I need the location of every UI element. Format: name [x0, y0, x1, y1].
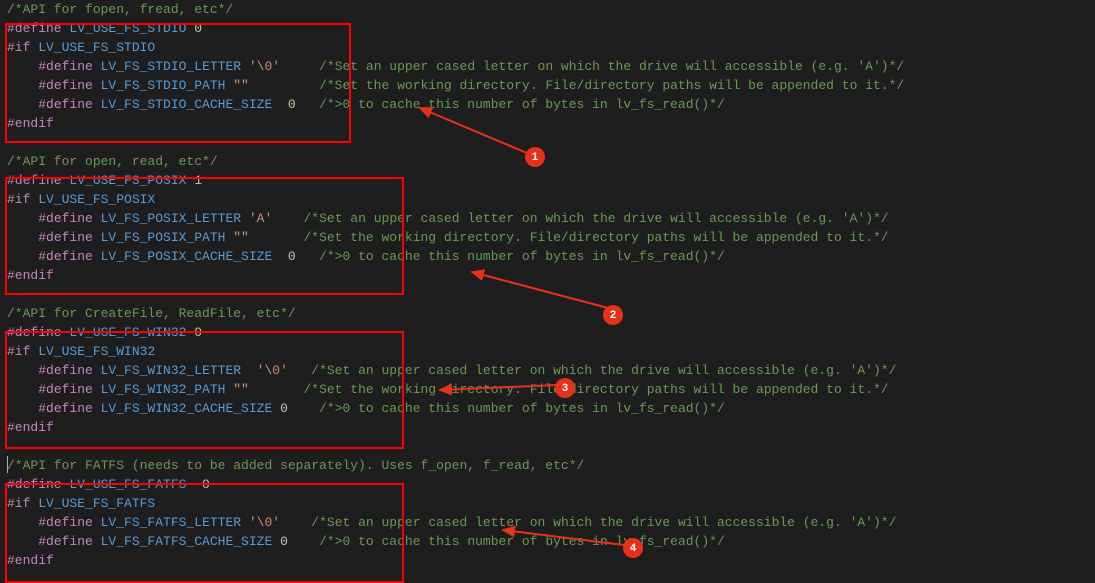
text-cursor	[7, 456, 8, 473]
code-line: #define LV_FS_WIN32_PATH "" /*Set the wo…	[7, 380, 1095, 399]
callout-marker-1: 1	[525, 147, 545, 167]
callout-marker-4: 4	[623, 538, 643, 558]
code-line: #define LV_FS_POSIX_CACHE_SIZE 0 /*>0 to…	[7, 247, 1095, 266]
code-line	[7, 437, 1095, 456]
code-editor-view[interactable]: /*API for fopen, fread, etc*/ #define LV…	[7, 0, 1095, 570]
code-line: #define LV_FS_WIN32_CACHE_SIZE 0 /*>0 to…	[7, 399, 1095, 418]
callout-marker-2: 2	[603, 305, 623, 325]
code-line: #define LV_FS_STDIO_LETTER '\0' /*Set an…	[7, 57, 1095, 76]
code-line: #define LV_FS_STDIO_PATH "" /*Set the wo…	[7, 76, 1095, 95]
code-line: #endif	[7, 266, 1095, 285]
code-line: /*API for FATFS (needs to be added separ…	[7, 456, 1095, 475]
code-line: /*API for fopen, fread, etc*/	[7, 0, 1095, 19]
code-line: #define LV_USE_FS_FATFS 0	[7, 475, 1095, 494]
code-line: #define LV_FS_STDIO_CACHE_SIZE 0 /*>0 to…	[7, 95, 1095, 114]
code-line: #define LV_USE_FS_WIN32 0	[7, 323, 1095, 342]
code-line: #if LV_USE_FS_POSIX	[7, 190, 1095, 209]
code-line: #if LV_USE_FS_FATFS	[7, 494, 1095, 513]
code-line: #endif	[7, 114, 1095, 133]
callout-marker-3: 3	[555, 378, 575, 398]
code-line: #define LV_FS_POSIX_PATH "" /*Set the wo…	[7, 228, 1095, 247]
code-line: /*API for open, read, etc*/	[7, 152, 1095, 171]
code-line: #define LV_USE_FS_STDIO 0	[7, 19, 1095, 38]
code-line: #if LV_USE_FS_STDIO	[7, 38, 1095, 57]
code-line: /*API for CreateFile, ReadFile, etc*/	[7, 304, 1095, 323]
code-line: #if LV_USE_FS_WIN32	[7, 342, 1095, 361]
code-line: #define LV_FS_WIN32_LETTER '\0' /*Set an…	[7, 361, 1095, 380]
code-line: #endif	[7, 418, 1095, 437]
code-line	[7, 285, 1095, 304]
code-line: #define LV_FS_FATFS_CACHE_SIZE 0 /*>0 to…	[7, 532, 1095, 551]
code-line: #define LV_USE_FS_POSIX 1	[7, 171, 1095, 190]
code-line: #endif	[7, 551, 1095, 570]
code-line: #define LV_FS_FATFS_LETTER '\0' /*Set an…	[7, 513, 1095, 532]
code-line: #define LV_FS_POSIX_LETTER 'A' /*Set an …	[7, 209, 1095, 228]
code-line	[7, 133, 1095, 152]
